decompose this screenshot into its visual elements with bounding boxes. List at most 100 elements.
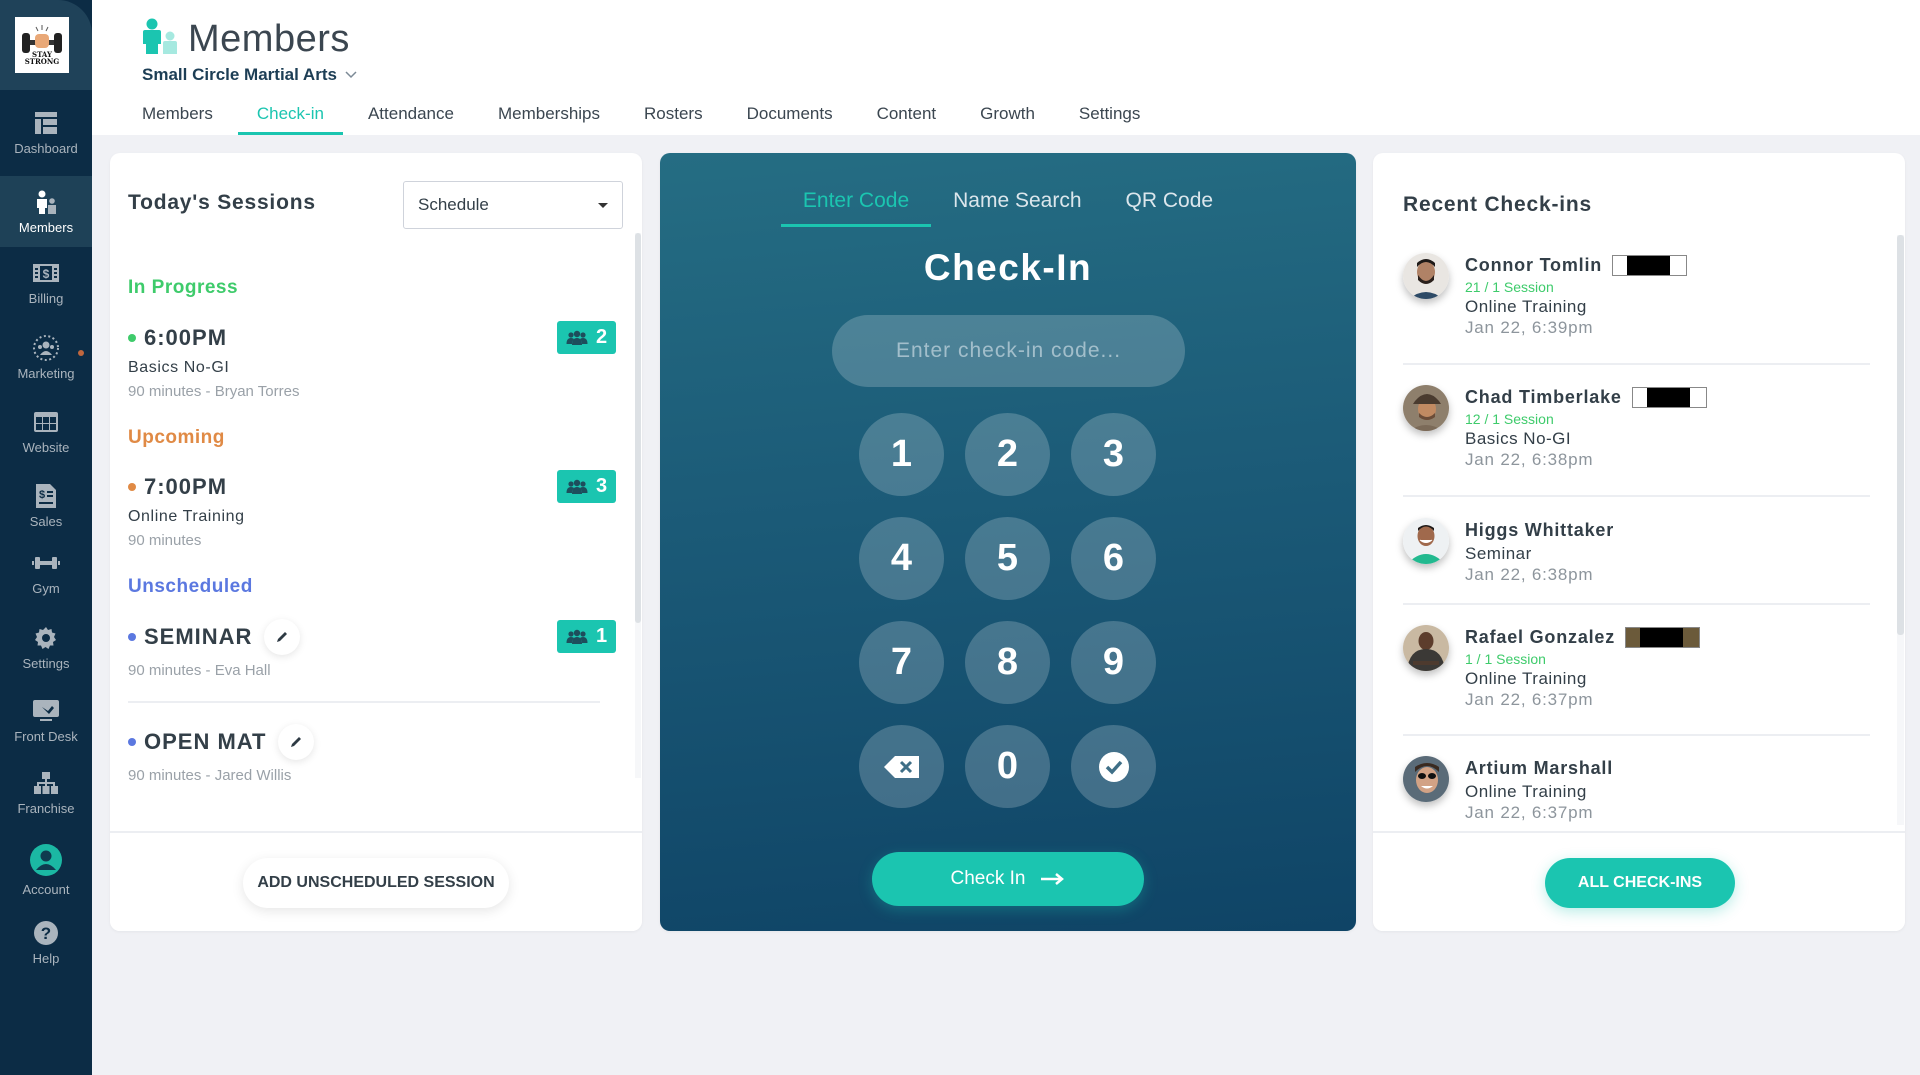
group-label-upcoming: Upcoming	[128, 427, 225, 448]
dashboard-icon	[32, 110, 60, 136]
key-4[interactable]: 4	[859, 517, 944, 600]
session-name: Online Training	[128, 508, 245, 525]
arrow-right-icon	[1041, 873, 1065, 885]
members-icon	[32, 189, 60, 215]
tab-check-in[interactable]: Check-in	[237, 100, 344, 135]
check-circle-icon	[1098, 751, 1129, 782]
key-5[interactable]: 5	[965, 517, 1050, 600]
session-item[interactable]: 7:00PM Online Training 90 minutes 3	[128, 470, 616, 549]
session-meta: 90 minutes - Eva Hall	[128, 662, 271, 679]
check-in-time: Jan 22, 6:37pm	[1465, 690, 1594, 709]
tab-memberships[interactable]: Memberships	[498, 100, 600, 135]
front-desk-icon	[32, 698, 60, 724]
check-in-code-input[interactable]	[832, 315, 1185, 387]
key-1[interactable]: 1	[859, 413, 944, 496]
sidebar-item-gym[interactable]: Gym	[0, 537, 92, 609]
tab-documents[interactable]: Documents	[747, 100, 833, 135]
organization-select[interactable]: Small Circle Martial Arts	[142, 65, 357, 85]
key-6[interactable]: 6	[1071, 517, 1156, 600]
sidebar-item-sales[interactable]: $ Sales	[0, 470, 92, 542]
tab-growth[interactable]: Growth	[980, 100, 1035, 135]
key-7[interactable]: 7	[859, 621, 944, 704]
attendee-count-badge[interactable]: 1	[557, 620, 616, 653]
sessions-scrollbar-thumb[interactable]	[635, 233, 641, 623]
check-ins-scrollbar-thumb[interactable]	[1897, 235, 1904, 635]
attendee-count-badge[interactable]: 2	[557, 321, 616, 354]
status-dot	[128, 738, 136, 746]
class-name: Online Training	[1465, 297, 1587, 316]
pencil-icon	[277, 632, 288, 642]
member-name: Artium Marshall	[1465, 757, 1614, 778]
franchise-icon	[32, 770, 60, 796]
caret-down-icon	[598, 202, 608, 208]
tab-attendance[interactable]: Attendance	[368, 100, 454, 135]
session-item[interactable]: OPEN MAT 90 minutes - Jared Willis	[128, 724, 616, 784]
session-item[interactable]: SEMINAR 90 minutes - Eva Hall 1	[128, 619, 616, 679]
sidebar-item-label: Website	[22, 440, 70, 455]
divider	[1403, 734, 1870, 736]
divider	[1403, 603, 1870, 605]
session-count: 12 / 1 Session	[1465, 411, 1554, 427]
backspace-key[interactable]	[859, 725, 944, 808]
page-title: Members	[140, 18, 350, 61]
class-name: Basics No-GI	[1465, 429, 1572, 448]
belt-rank-badge	[1631, 386, 1707, 408]
check-in-submit-button[interactable]: Check In	[872, 852, 1144, 906]
numeric-keypad: 1 2 3 4 5 6 7 8 9 0	[859, 413, 1159, 808]
sidebar-item-settings[interactable]: Settings	[0, 612, 92, 684]
gym-logo[interactable]: STAY STRONG	[15, 17, 69, 73]
avatar	[1403, 253, 1449, 299]
confirm-key[interactable]	[1071, 725, 1156, 808]
sidebar-item-marketing[interactable]: Marketing	[0, 320, 92, 396]
sidebar-item-front-desk[interactable]: Front Desk	[0, 685, 92, 757]
tab-qr-code[interactable]: QR Code	[1104, 189, 1236, 227]
check-in-mode-tabs: Enter Code Name Search QR Code	[660, 189, 1356, 227]
avatar	[1403, 518, 1449, 564]
sidebar-item-account[interactable]: Account	[0, 830, 92, 910]
session-meta: 90 minutes - Jared Willis	[128, 767, 292, 784]
page-header: Members Small Circle Martial Arts Member…	[92, 0, 1920, 135]
billing-icon: $	[32, 260, 60, 286]
session-count: 21 / 1 Session	[1465, 279, 1554, 295]
sidebar: STAY STRONG Dashboard Members $ Billing …	[0, 0, 92, 1075]
recent-check-ins-panel: Recent Check-ins Connor Tomlin 21 / 1 Se…	[1373, 153, 1905, 931]
session-item[interactable]: 6:00PM Basics No-GI 90 minutes - Bryan T…	[128, 321, 616, 400]
add-unscheduled-session-button[interactable]: ADD UNSCHEDULED SESSION	[243, 858, 509, 908]
svg-text:$: $	[39, 489, 45, 501]
tab-rosters[interactable]: Rosters	[644, 100, 703, 135]
all-check-ins-button[interactable]: ALL CHECK-INS	[1545, 858, 1735, 908]
tab-content[interactable]: Content	[877, 100, 937, 135]
gym-icon	[32, 550, 60, 576]
sidebar-item-franchise[interactable]: Franchise	[0, 757, 92, 829]
key-8[interactable]: 8	[965, 621, 1050, 704]
sessions-footer: ADD UNSCHEDULED SESSION	[110, 831, 642, 931]
tab-settings[interactable]: Settings	[1079, 100, 1140, 135]
attendee-count-badge[interactable]: 3	[557, 470, 616, 503]
section-tabs: Members Check-in Attendance Memberships …	[140, 100, 1184, 135]
key-3[interactable]: 3	[1071, 413, 1156, 496]
sidebar-item-help[interactable]: ? Help	[0, 907, 92, 979]
status-dot	[128, 483, 136, 491]
sidebar-item-members[interactable]: Members	[0, 176, 92, 247]
schedule-view-select[interactable]: Schedule	[403, 181, 623, 229]
key-2[interactable]: 2	[965, 413, 1050, 496]
edit-session-button[interactable]	[278, 724, 315, 760]
sidebar-item-website[interactable]: Website	[0, 396, 92, 468]
page-title-text: Members	[188, 18, 350, 60]
attendee-count: 1	[595, 625, 608, 647]
recent-check-ins-list: Connor Tomlin 21 / 1 Session Online Trai…	[1373, 239, 1905, 829]
status-dot	[128, 633, 136, 641]
sidebar-item-dashboard[interactable]: Dashboard	[0, 90, 92, 176]
key-9[interactable]: 9	[1071, 621, 1156, 704]
sidebar-item-label: Dashboard	[14, 141, 78, 156]
session-time: SEMINAR	[144, 624, 253, 649]
tab-enter-code[interactable]: Enter Code	[780, 189, 932, 227]
divider	[1403, 495, 1870, 497]
tab-name-search[interactable]: Name Search	[931, 189, 1103, 227]
edit-session-button[interactable]	[264, 619, 301, 655]
sidebar-item-billing[interactable]: $ Billing	[0, 247, 92, 319]
key-0[interactable]: 0	[965, 725, 1050, 808]
avatar	[1403, 385, 1449, 431]
status-dot	[128, 334, 136, 342]
tab-members[interactable]: Members	[142, 100, 213, 135]
